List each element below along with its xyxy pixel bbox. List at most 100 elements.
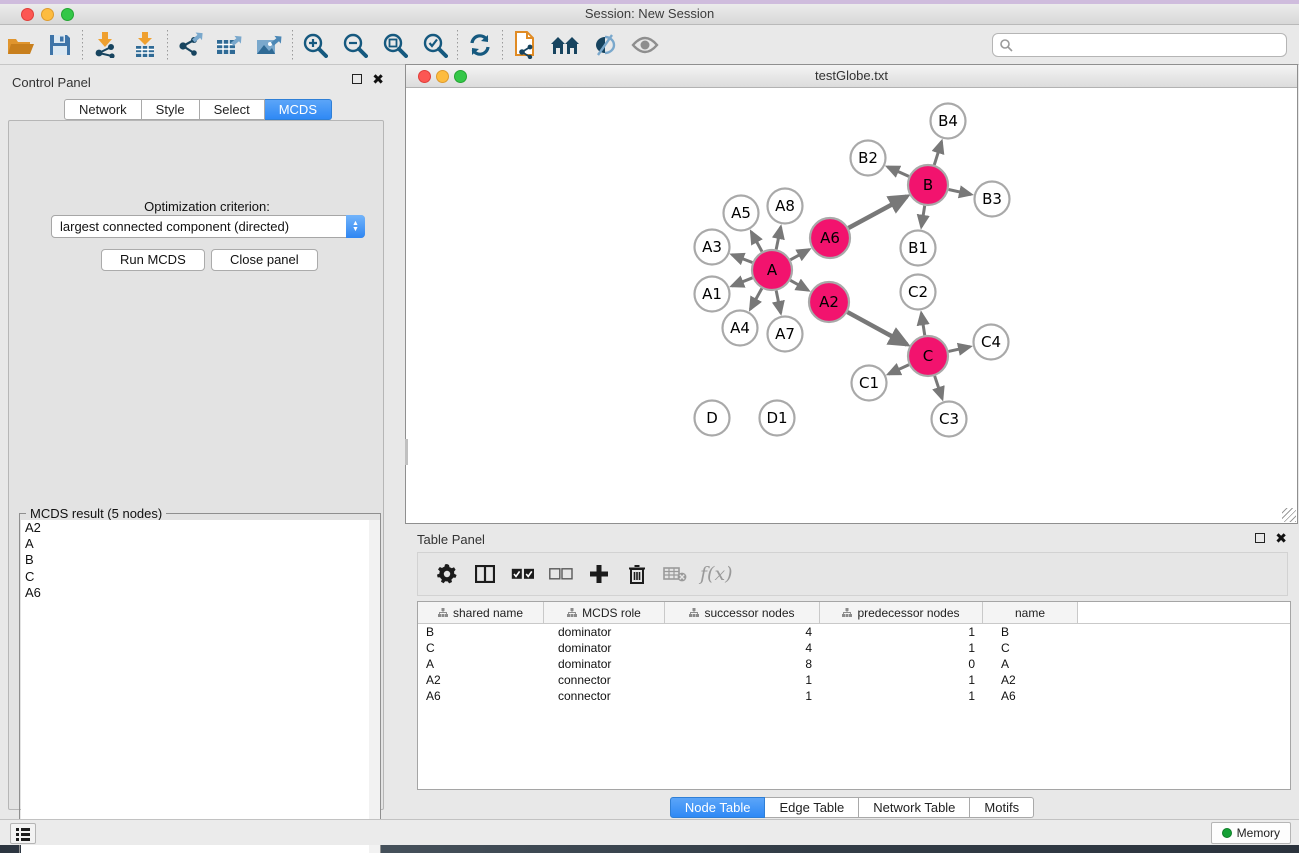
memory-button[interactable]: Memory <box>1211 822 1291 844</box>
edge-A-A3[interactable] <box>732 255 752 263</box>
edge-C-C1[interactable] <box>889 365 909 374</box>
export-network-button[interactable] <box>170 28 210 62</box>
node-table[interactable]: shared nameMCDS rolesuccessor nodesprede… <box>417 601 1291 790</box>
edge-C-C2[interactable] <box>921 313 924 335</box>
node-C3[interactable]: C3 <box>932 402 967 437</box>
home-button[interactable] <box>545 28 585 62</box>
export-table-button[interactable] <box>210 28 250 62</box>
column-header-successor-nodes[interactable]: successor nodes <box>665 602 820 623</box>
minimize-window-button[interactable] <box>41 8 54 21</box>
close-view-button[interactable] <box>418 70 431 83</box>
edge-A-A2[interactable] <box>790 280 808 290</box>
node-A4[interactable]: A4 <box>723 311 758 346</box>
resize-grip[interactable] <box>1282 508 1296 522</box>
edge-C-C4[interactable] <box>948 347 970 352</box>
split-table-button[interactable] <box>466 556 504 592</box>
tab-edge-table[interactable]: Edge Table <box>765 797 859 818</box>
zoom-in-button[interactable] <box>295 28 335 62</box>
tab-mcds[interactable]: MCDS <box>265 99 332 120</box>
minimize-view-button[interactable] <box>436 70 449 83</box>
network-canvas[interactable]: B4B2BB3A5A8A6A3B1AC2A1A2A4A7CC4C1C3DD1 <box>406 88 1297 523</box>
edge-A-A8[interactable] <box>776 227 781 249</box>
node-B1[interactable]: B1 <box>901 231 936 266</box>
zoom-fit-button[interactable] <box>375 28 415 62</box>
save-button[interactable] <box>40 28 80 62</box>
unselect-all-button[interactable] <box>542 556 580 592</box>
zoom-out-button[interactable] <box>335 28 375 62</box>
result-item[interactable]: B <box>21 552 369 568</box>
column-header-predecessor-nodes[interactable]: predecessor nodes <box>820 602 983 623</box>
node-A6[interactable]: A6 <box>810 218 850 258</box>
edge-A-A5[interactable] <box>751 232 762 252</box>
delete-table-button[interactable] <box>656 556 694 592</box>
column-header-name[interactable]: name <box>983 602 1078 623</box>
splitter-handle[interactable] <box>405 439 408 465</box>
select-all-button[interactable] <box>504 556 542 592</box>
node-A8[interactable]: A8 <box>768 189 803 224</box>
edge-B-B2[interactable] <box>888 167 909 177</box>
zoom-view-button[interactable] <box>454 70 467 83</box>
search-field[interactable] <box>992 33 1287 57</box>
edge-B-B3[interactable] <box>949 189 971 194</box>
zoom-window-button[interactable] <box>61 8 74 21</box>
search-input[interactable] <box>1013 35 1286 55</box>
node-A7[interactable]: A7 <box>768 317 803 352</box>
run-mcds-button[interactable]: Run MCDS <box>101 249 205 271</box>
result-item[interactable]: A6 <box>21 585 369 601</box>
node-C2[interactable]: C2 <box>901 275 936 310</box>
table-row[interactable]: Bdominator41B <box>418 624 1290 640</box>
close-window-button[interactable] <box>21 8 34 21</box>
close-panel-icon[interactable]: ✖ <box>372 74 384 84</box>
table-row[interactable]: Cdominator41C <box>418 640 1290 656</box>
float-table-panel-icon[interactable] <box>1255 533 1265 543</box>
add-column-button[interactable] <box>580 556 618 592</box>
node-A1[interactable]: A1 <box>695 277 730 312</box>
edge-C-C3[interactable] <box>935 376 943 399</box>
node-C1[interactable]: C1 <box>852 366 887 401</box>
column-header-MCDS-role[interactable]: MCDS role <box>544 602 665 623</box>
node-B2[interactable]: B2 <box>851 141 886 176</box>
table-row[interactable]: A2connector11A2 <box>418 672 1290 688</box>
edge-A2-C[interactable] <box>847 312 906 344</box>
import-network-button[interactable] <box>85 28 125 62</box>
import-table-button[interactable] <box>125 28 165 62</box>
tab-motifs[interactable]: Motifs <box>970 797 1034 818</box>
close-panel-button[interactable]: Close panel <box>211 249 318 271</box>
node-C4[interactable]: C4 <box>974 325 1009 360</box>
node-B4[interactable]: B4 <box>931 104 966 139</box>
eye-button[interactable] <box>625 28 665 62</box>
edge-A-A4[interactable] <box>750 288 761 309</box>
delete-button[interactable] <box>618 556 656 592</box>
node-A[interactable]: A <box>752 250 792 290</box>
mcds-result-list[interactable]: A2ABCA6 <box>21 520 380 853</box>
zoom-selected-button[interactable] <box>415 28 455 62</box>
tab-node-table[interactable]: Node Table <box>670 797 766 818</box>
node-B3[interactable]: B3 <box>975 182 1010 217</box>
node-C[interactable]: C <box>908 336 948 376</box>
table-row[interactable]: Adominator80A <box>418 656 1290 672</box>
tab-network[interactable]: Network <box>64 99 142 120</box>
export-image-button[interactable] <box>250 28 290 62</box>
result-item[interactable]: A <box>21 536 369 552</box>
node-A5[interactable]: A5 <box>724 196 759 231</box>
node-D1[interactable]: D1 <box>760 401 795 436</box>
task-history-button[interactable] <box>10 823 36 844</box>
hide-button[interactable] <box>585 28 625 62</box>
function-builder-button[interactable]: f(x) <box>700 563 733 585</box>
result-item[interactable]: C <box>21 569 369 585</box>
refresh-button[interactable] <box>460 28 500 62</box>
edge-B-B1[interactable] <box>921 206 924 227</box>
tab-select[interactable]: Select <box>200 99 265 120</box>
edge-A6-B[interactable] <box>848 196 906 228</box>
node-B[interactable]: B <box>908 165 948 205</box>
column-header-shared-name[interactable]: shared name <box>418 602 544 623</box>
open-button[interactable] <box>0 28 40 62</box>
edge-A-A6[interactable] <box>790 250 809 260</box>
criterion-select[interactable]: largest connected component (directed) ▲… <box>51 215 365 238</box>
float-panel-icon[interactable] <box>352 74 362 84</box>
edge-A-A7[interactable] <box>776 291 781 313</box>
tab-style[interactable]: Style <box>142 99 200 120</box>
close-table-panel-icon[interactable]: ✖ <box>1275 533 1287 543</box>
node-A3[interactable]: A3 <box>695 230 730 265</box>
table-settings-button[interactable] <box>428 556 466 592</box>
